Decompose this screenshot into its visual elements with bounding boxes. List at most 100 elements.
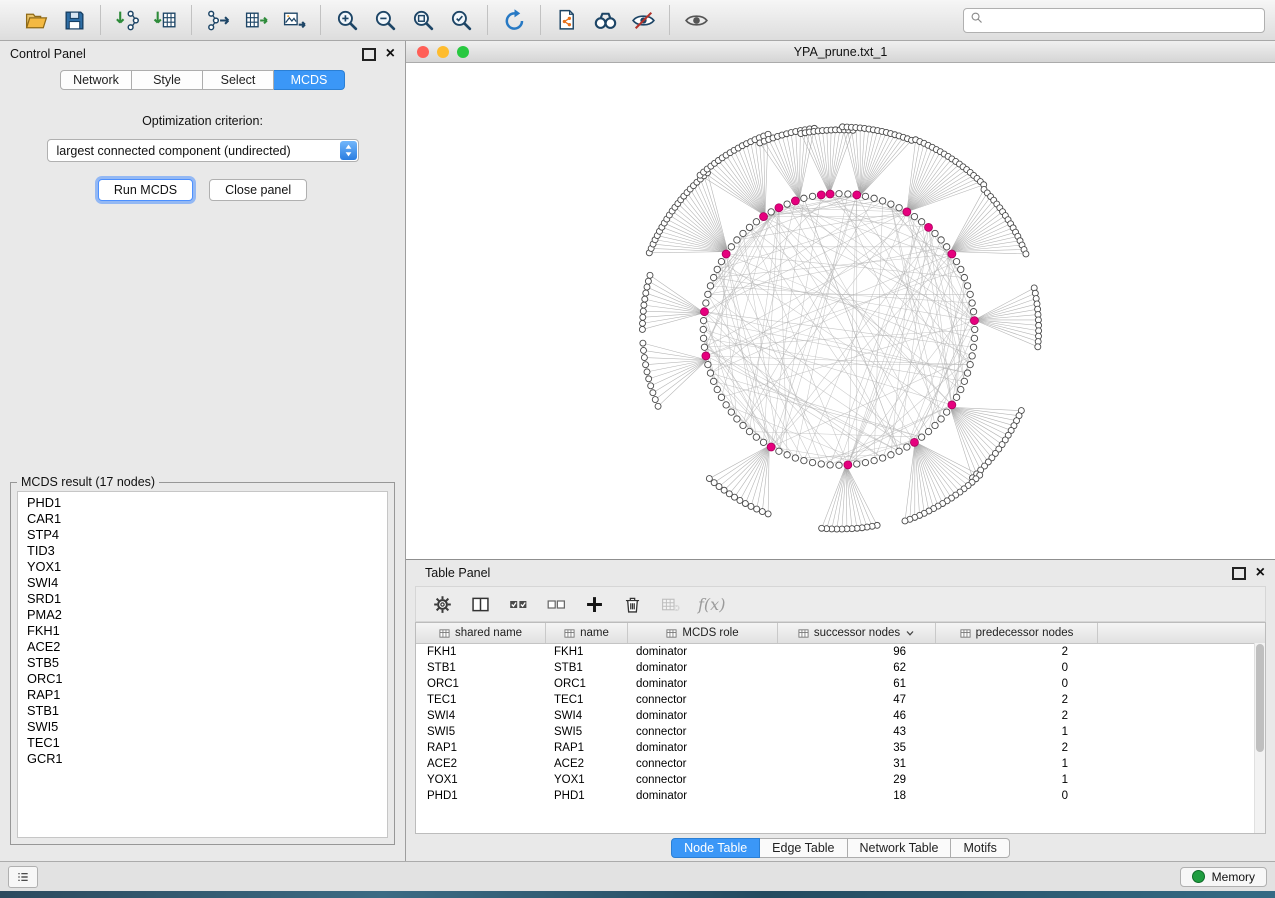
export-table-icon[interactable]: [241, 5, 271, 35]
deselect-all-rows-icon[interactable]: [546, 594, 567, 615]
run-mcds-button[interactable]: Run MCDS: [98, 179, 193, 201]
add-row-icon[interactable]: [584, 594, 605, 615]
control-panel-title: Control Panel: [10, 47, 362, 61]
close-window-button[interactable]: [417, 46, 429, 58]
column-header-shared-name[interactable]: shared name: [416, 623, 546, 643]
mcds-result-item[interactable]: RAP1: [27, 687, 387, 703]
float-panel-icon[interactable]: [362, 48, 376, 61]
tab-select[interactable]: Select: [203, 70, 274, 90]
table-settings-icon[interactable]: [432, 594, 453, 615]
search-icon: [969, 10, 984, 30]
table-cell: SWI4: [416, 708, 546, 724]
mcds-result-item[interactable]: STP4: [27, 527, 387, 543]
mcds-result-item[interactable]: SWI5: [27, 719, 387, 735]
search-box[interactable]: [963, 8, 1265, 33]
table-row[interactable]: RAP1RAP1dominator352: [416, 740, 1265, 756]
column-header-successor-nodes[interactable]: successor nodes: [778, 623, 936, 643]
mcds-result-item[interactable]: PMA2: [27, 607, 387, 623]
table-row[interactable]: TEC1TEC1connector472: [416, 692, 1265, 708]
refresh-view-icon[interactable]: [499, 5, 529, 35]
tab-network-table[interactable]: Network Table: [848, 838, 952, 858]
table-row[interactable]: PHD1PHD1dominator180: [416, 788, 1265, 804]
table-scrollbar[interactable]: [1254, 643, 1265, 833]
mcds-result-item[interactable]: FKH1: [27, 623, 387, 639]
tab-node-table[interactable]: Node Table: [671, 838, 760, 858]
mcds-result-item[interactable]: STB5: [27, 655, 387, 671]
table-cell: ORC1: [416, 676, 546, 692]
network-canvas[interactable]: [406, 63, 1275, 559]
close-panel-icon[interactable]: ×: [386, 46, 395, 62]
export-network-icon[interactable]: [203, 5, 233, 35]
table-row[interactable]: FKH1FKH1dominator962: [416, 644, 1265, 660]
column-header-name[interactable]: name: [546, 623, 628, 643]
mcds-result-item[interactable]: STB1: [27, 703, 387, 719]
column-header-MCDS-role[interactable]: MCDS role: [628, 623, 778, 643]
mcds-result-item[interactable]: SRD1: [27, 591, 387, 607]
tab-network[interactable]: Network: [60, 70, 132, 90]
tab-style[interactable]: Style: [132, 70, 203, 90]
show-columns-icon[interactable]: [470, 594, 491, 615]
select-all-rows-icon[interactable]: [508, 594, 529, 615]
new-network-from-selection-icon[interactable]: [552, 5, 582, 35]
memory-button-label: Memory: [1212, 870, 1255, 884]
tab-edge-table[interactable]: Edge Table: [760, 838, 847, 858]
mcds-result-item[interactable]: YOX1: [27, 559, 387, 575]
zoom-in-icon[interactable]: [332, 5, 362, 35]
window-traffic-lights: [417, 41, 469, 62]
mcds-result-item[interactable]: TID3: [27, 543, 387, 559]
maximize-window-button[interactable]: [457, 46, 469, 58]
network-graph[interactable]: [406, 63, 1275, 559]
table-cell: PHD1: [546, 788, 628, 804]
import-table-file-icon[interactable]: [150, 5, 180, 35]
table-cell: ACE2: [416, 756, 546, 772]
search-input[interactable]: [984, 12, 1259, 28]
minimize-window-button[interactable]: [437, 46, 449, 58]
show-all-icon[interactable]: [681, 5, 711, 35]
zoom-out-icon[interactable]: [370, 5, 400, 35]
tab-mcds[interactable]: MCDS: [274, 70, 345, 90]
mcds-result-item[interactable]: ACE2: [27, 639, 387, 655]
import-network-file-icon[interactable]: [112, 5, 142, 35]
open-file-icon[interactable]: [21, 5, 51, 35]
table-cell: SWI5: [546, 724, 628, 740]
column-header-filler: [1098, 623, 1265, 643]
table-cell: PHD1: [416, 788, 546, 804]
status-list-button[interactable]: [8, 866, 38, 888]
table-row[interactable]: ACE2ACE2connector311: [416, 756, 1265, 772]
mcds-result-item[interactable]: TEC1: [27, 735, 387, 751]
function-builder-button[interactable]: f(x): [698, 595, 725, 614]
zoom-fit-icon[interactable]: [408, 5, 438, 35]
table-row[interactable]: YOX1YOX1connector291: [416, 772, 1265, 788]
mcds-result-list[interactable]: PHD1CAR1STP4TID3YOX1SWI4SRD1PMA2FKH1ACE2…: [17, 491, 388, 838]
table-row[interactable]: ORC1ORC1dominator610: [416, 676, 1265, 692]
table-cell: STB1: [546, 660, 628, 676]
save-session-icon[interactable]: [59, 5, 89, 35]
network-titlebar[interactable]: YPA_prune.txt_1: [406, 41, 1275, 63]
close-panel-button[interactable]: Close panel: [209, 179, 307, 201]
first-neighbors-icon[interactable]: [590, 5, 620, 35]
close-table-panel-icon[interactable]: ×: [1256, 565, 1265, 581]
table-scrollbar-thumb[interactable]: [1256, 644, 1264, 752]
memory-button[interactable]: Memory: [1180, 867, 1267, 887]
main-toolbar: [0, 0, 1275, 41]
table-cell: 18: [778, 788, 936, 804]
table-row[interactable]: STB1STB1dominator620: [416, 660, 1265, 676]
mcds-result-item[interactable]: ORC1: [27, 671, 387, 687]
mcds-result-item[interactable]: GCR1: [27, 751, 387, 767]
mcds-result-item[interactable]: CAR1: [27, 511, 387, 527]
table-row[interactable]: SWI5SWI5connector431: [416, 724, 1265, 740]
delete-rows-icon[interactable]: [622, 594, 643, 615]
zoom-selected-icon[interactable]: [446, 5, 476, 35]
table-row[interactable]: SWI4SWI4dominator462: [416, 708, 1265, 724]
column-header-predecessor-nodes[interactable]: predecessor nodes: [936, 623, 1098, 643]
column-header-label: shared name: [455, 627, 522, 639]
tab-motifs[interactable]: Motifs: [951, 838, 1009, 858]
hide-selected-icon[interactable]: [628, 5, 658, 35]
export-image-icon[interactable]: [279, 5, 309, 35]
mcds-result-item[interactable]: SWI4: [27, 575, 387, 591]
table-cell: 61: [778, 676, 936, 692]
criterion-select[interactable]: largest connected component (undirected): [47, 139, 359, 162]
mcds-button-row: Run MCDS Close panel: [0, 179, 405, 201]
mcds-result-item[interactable]: PHD1: [27, 495, 387, 511]
float-table-panel-icon[interactable]: [1232, 567, 1246, 580]
